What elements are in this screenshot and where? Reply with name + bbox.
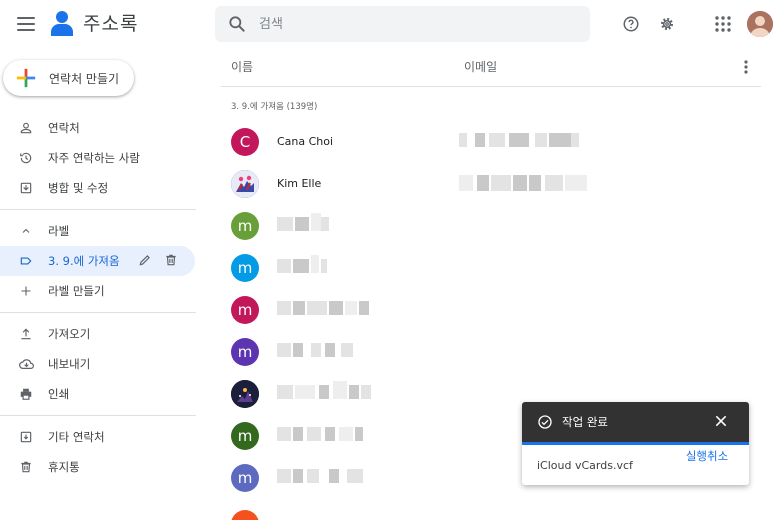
contact-row[interactable]: Kim Elle — [221, 163, 761, 205]
person-icon — [18, 120, 34, 136]
sidebar-item-other-contacts[interactable]: 기타 연락처 — [0, 422, 196, 452]
divider — [0, 312, 196, 313]
sidebar: 연락처 자주 연락하는 사람 병합 및 수정 라벨 3. 9.에 가져옴 라벨 … — [0, 113, 196, 482]
sidebar-item-label: 인쇄 — [48, 387, 70, 401]
merge-icon — [18, 180, 34, 196]
contact-name: Cana Choi — [277, 135, 334, 148]
label-icon — [18, 253, 34, 269]
sidebar-item-label: 병합 및 수정 — [48, 181, 109, 195]
divider — [0, 415, 196, 416]
print-icon — [18, 386, 34, 402]
contact-avatar: m — [231, 422, 259, 450]
sidebar-item-label: 휴지통 — [48, 460, 80, 474]
app-title: 주소록 — [83, 13, 139, 35]
contact-avatar: m — [231, 338, 259, 366]
snackbar-message: 작업 완료 — [562, 415, 608, 429]
trash-icon — [18, 459, 34, 475]
redacted-name — [277, 213, 329, 231]
contact-row[interactable]: m — [221, 289, 761, 331]
chevron-up-icon — [18, 223, 34, 239]
sidebar-item-label: 자주 연락하는 사람 — [48, 151, 140, 165]
contact-row[interactable]: m — [221, 205, 761, 247]
sidebar-item-label: 기타 연락처 — [48, 430, 105, 444]
sidebar-item-label: 연락처 — [48, 121, 80, 135]
search-icon[interactable] — [227, 14, 247, 34]
contact-avatar: m — [231, 464, 259, 492]
contact-row[interactable] — [221, 499, 761, 520]
account-avatar[interactable] — [747, 11, 773, 37]
redacted-name — [277, 427, 363, 441]
close-icon[interactable] — [713, 413, 729, 429]
contact-avatar: m — [231, 296, 259, 324]
redacted-name — [277, 343, 355, 357]
sidebar-item-imported-label[interactable]: 3. 9.에 가져옴 — [0, 246, 195, 276]
top-bar: 주소록 — [0, 0, 773, 48]
labels-section-toggle[interactable]: 라벨 — [0, 216, 196, 246]
redacted-name — [277, 469, 363, 483]
sidebar-item-label: 가져오기 — [48, 327, 91, 341]
delete-label-icon[interactable] — [164, 252, 178, 271]
contact-avatar-photo — [231, 170, 259, 198]
create-label-button[interactable]: 라벨 만들기 — [0, 276, 196, 306]
sidebar-item-label: 내보내기 — [48, 357, 91, 371]
divider — [0, 209, 196, 210]
sidebar-item-label: 3. 9.에 가져옴 — [48, 254, 120, 268]
contact-avatar: C — [231, 128, 259, 156]
redacted-email — [459, 175, 587, 191]
undo-button[interactable]: 실행취소 — [685, 449, 729, 464]
contact-avatar: m — [231, 254, 259, 282]
cloud-download-icon — [18, 356, 34, 372]
snackbar: 작업 완료 iCloud vCards.vcf 실행취소 — [522, 402, 749, 485]
create-contact-button[interactable]: 연락처 만들기 — [3, 60, 134, 96]
create-contact-label: 연락처 만들기 — [49, 71, 120, 86]
contact-avatar: m — [231, 212, 259, 240]
contact-name: Kim Elle — [277, 177, 322, 190]
imported-file-name: iCloud vCards.vcf — [537, 459, 633, 472]
plus-icon — [16, 68, 36, 88]
contact-row[interactable]: C Cana Choi — [221, 121, 761, 163]
contact-avatar-photo — [231, 380, 259, 408]
plus-icon — [18, 283, 34, 299]
header-divider — [221, 86, 761, 87]
history-icon — [18, 150, 34, 166]
more-vert-icon[interactable] — [740, 59, 752, 75]
sidebar-item-frequent[interactable]: 자주 연락하는 사람 — [0, 143, 196, 173]
sidebar-item-contacts[interactable]: 연락처 — [0, 113, 196, 143]
help-icon[interactable] — [620, 13, 642, 35]
sidebar-item-label: 라벨 만들기 — [48, 284, 105, 298]
sidebar-item-export[interactable]: 내보내기 — [0, 349, 196, 379]
labels-header: 라벨 — [48, 224, 70, 238]
redacted-name — [277, 255, 327, 273]
other-contacts-icon — [18, 429, 34, 445]
column-header-email[interactable]: 이메일 — [464, 58, 497, 75]
sidebar-item-import[interactable]: 가져오기 — [0, 319, 196, 349]
contacts-logo-icon — [51, 11, 73, 36]
search-bar[interactable] — [215, 6, 590, 42]
apps-grid-icon[interactable] — [712, 13, 734, 35]
search-input[interactable] — [259, 16, 559, 32]
main-menu-button[interactable] — [14, 12, 38, 36]
sidebar-item-trash[interactable]: 휴지통 — [0, 452, 196, 482]
edit-pencil-icon[interactable] — [138, 252, 152, 271]
sidebar-item-merge[interactable]: 병합 및 수정 — [0, 173, 196, 203]
column-header-name[interactable]: 이름 — [231, 58, 253, 75]
group-count-label: 3. 9.에 가져옴 (139명) — [231, 102, 318, 112]
upload-icon — [18, 326, 34, 342]
contact-avatar — [231, 510, 259, 520]
contact-row[interactable]: m — [221, 331, 761, 373]
redacted-name — [277, 301, 371, 315]
redacted-name — [277, 381, 371, 399]
sidebar-item-print[interactable]: 인쇄 — [0, 379, 196, 409]
contact-row[interactable]: m — [221, 247, 761, 289]
check-circle-icon — [538, 415, 552, 429]
settings-gear-icon[interactable] — [656, 13, 678, 35]
redacted-email — [459, 133, 581, 147]
